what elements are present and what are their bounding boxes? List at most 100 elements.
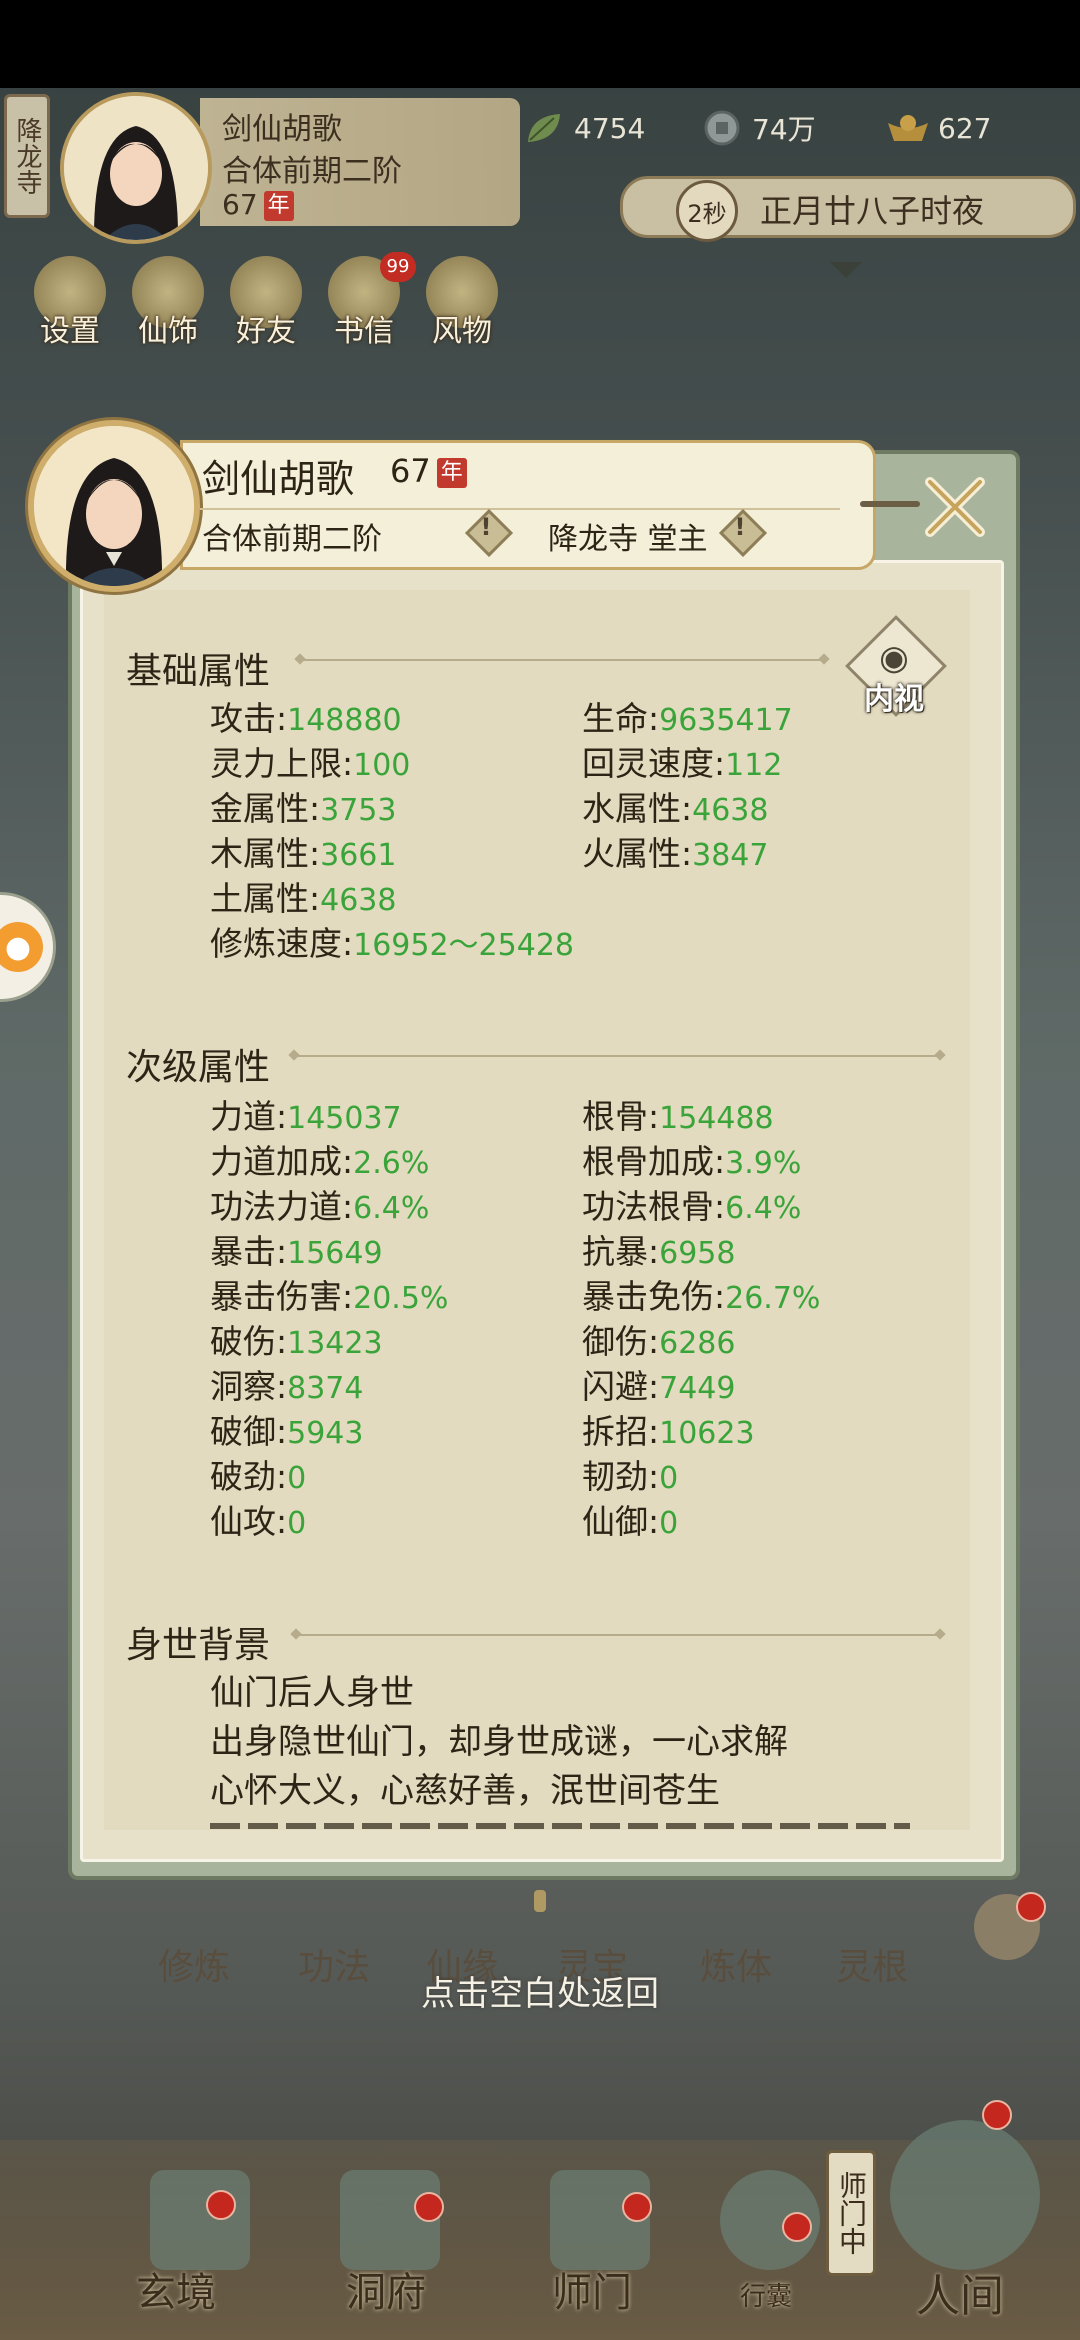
- menu-letters-label: 书信: [334, 314, 394, 349]
- xuanjing-red-dot: [206, 2190, 236, 2220]
- top-menu-row: 设置 仙饰 好友 99 书信 风物: [30, 252, 502, 349]
- stat-constitution-bonus: 根骨加成:3.9%: [582, 1142, 802, 1181]
- resource-coin[interactable]: 74万: [700, 108, 816, 148]
- background-title: 身世背景: [126, 1625, 271, 1666]
- stat-fire: 火属性:3847: [582, 834, 769, 873]
- nav-dongfu[interactable]: 洞府: [346, 2260, 426, 2318]
- nav-shimen[interactable]: 师门: [552, 2260, 632, 2318]
- stat-strength: 力道:145037: [210, 1097, 402, 1136]
- stat-attack: 攻击:148880: [210, 699, 402, 738]
- letters-badge: 99: [380, 252, 416, 282]
- stat-technique-constitution: 功法根骨:6.4%: [582, 1187, 802, 1226]
- stat-crit-resist: 抗暴:6958: [582, 1232, 736, 1271]
- stat-spirit-regen: 回灵速度:112: [582, 744, 783, 783]
- sect-status-tag: 师门中: [826, 2150, 876, 2276]
- stat-crit-damage: 暴击伤害:20.5%: [210, 1277, 449, 1316]
- stat-dodge: 闪避:7449: [582, 1367, 736, 1406]
- menu-settings-label: 设置: [40, 314, 100, 349]
- stat-spirit-cap: 灵力上限:100: [210, 744, 411, 783]
- stat-cultivation-speed: 修炼速度:16952～25428: [210, 924, 574, 963]
- status-bar: [0, 0, 1080, 88]
- gamepad-icon: ●: [0, 922, 43, 972]
- character-age: 67 年: [390, 452, 467, 490]
- basic-attributes-divider: [302, 659, 822, 661]
- stat-pierce: 破伤:13423: [210, 1322, 383, 1361]
- menu-accessories[interactable]: 仙饰: [128, 256, 208, 349]
- world-icon: [890, 2120, 1040, 2270]
- close-icon: [925, 477, 985, 537]
- hud-player-name: 剑仙胡歌: [222, 112, 342, 147]
- resource-coin-value: 74万: [752, 113, 816, 146]
- resource-leaf[interactable]: 4754: [522, 108, 645, 148]
- stat-force-break: 破劲:0: [210, 1457, 307, 1496]
- background-line-1: 仙门后人身世: [210, 1673, 414, 1713]
- sect-info-icon[interactable]: !: [718, 508, 768, 558]
- world-red-dot: [982, 2100, 1012, 2130]
- secondary-attributes-divider: [296, 1055, 938, 1057]
- secondary-attributes-title: 次级属性: [126, 1047, 271, 1088]
- stat-strength-bonus: 力道加成:2.6%: [210, 1142, 430, 1181]
- resource-leaf-value: 4754: [574, 111, 646, 145]
- tap-to-return-hint: 点击空白处返回: [421, 1974, 659, 2014]
- close-button[interactable]: [900, 462, 1010, 552]
- hud-player-realm: 合体前期二阶: [222, 154, 402, 189]
- menu-scenery-label: 风物: [432, 314, 492, 349]
- stat-crit-damage-reduction: 暴击免伤:26.7%: [582, 1277, 821, 1316]
- background-line-clipped: [210, 1815, 910, 1829]
- stat-insight: 洞察:8374: [210, 1367, 364, 1406]
- hud-age-unit: 年: [263, 191, 294, 221]
- background-divider: [298, 1634, 938, 1636]
- hud-avatar[interactable]: [60, 92, 212, 244]
- time-countdown: 2秒: [676, 180, 738, 242]
- menu-scenery[interactable]: 风物: [422, 256, 502, 349]
- coin-icon: [700, 108, 744, 148]
- dongfu-red-dot: [414, 2192, 444, 2222]
- menu-friends-label: 好友: [236, 314, 296, 349]
- background-line-2: 出身隐世仙门，却身世成谜，一心求解: [210, 1722, 788, 1762]
- nav-world[interactable]: 人间: [916, 2260, 1004, 2324]
- shimen-red-dot: [622, 2192, 652, 2222]
- nav-xuanjing[interactable]: 玄境: [136, 2260, 216, 2318]
- realm-info-icon[interactable]: !: [464, 508, 514, 558]
- stat-constitution: 根骨:154488: [582, 1097, 774, 1136]
- stat-immortal-attack: 仙攻:0: [210, 1502, 307, 1541]
- character-name: 剑仙胡歌: [202, 457, 355, 501]
- hud-age-value: 67: [222, 188, 258, 221]
- stat-crit: 暴击:15649: [210, 1232, 383, 1271]
- stat-immortal-defense: 仙御:0: [582, 1502, 679, 1541]
- xuanjing-icon: [150, 2170, 250, 2270]
- location-tag[interactable]: 降龙寺: [4, 94, 50, 218]
- stat-earth: 土属性:4638: [210, 879, 397, 918]
- game-time-text: 正月廿八子时夜: [760, 192, 985, 230]
- leaf-icon: [522, 108, 566, 148]
- stat-parry: 拆招:10623: [582, 1412, 755, 1451]
- inner-view-button[interactable]: ◉ 内视: [845, 615, 947, 717]
- avatar-portrait-icon: [64, 96, 208, 240]
- stat-metal: 金属性:3753: [210, 789, 397, 828]
- stat-water: 水属性:4638: [582, 789, 769, 828]
- stat-armor-break: 破御:5943: [210, 1412, 364, 1451]
- stat-hp: 生命:9635417: [582, 699, 793, 738]
- ingot-icon: [886, 108, 930, 148]
- character-sect: 降龙寺 堂主: [548, 522, 708, 557]
- nav-bag[interactable]: 行囊: [740, 2276, 792, 2313]
- stat-wood: 木属性:3661: [210, 834, 397, 873]
- chevron-down-icon[interactable]: [830, 262, 862, 278]
- character-portrait-icon: [34, 426, 194, 586]
- hud-player-age: 67 年: [222, 188, 294, 221]
- character-age-value: 67: [390, 452, 431, 490]
- menu-settings[interactable]: 设置: [30, 256, 110, 349]
- menu-accessories-label: 仙饰: [138, 314, 198, 349]
- stat-technique-strength: 功法力道:6.4%: [210, 1187, 430, 1226]
- basic-attributes-title: 基础属性: [126, 651, 271, 692]
- bag-red-dot: [782, 2212, 812, 2242]
- shuriken-red-dot: [1016, 1892, 1046, 1922]
- menu-letters[interactable]: 99 书信: [324, 252, 416, 349]
- resource-ingot[interactable]: 627: [886, 108, 991, 148]
- panel-bottom-tassel: [534, 1890, 546, 1912]
- background-line-3: 心怀大义，心慈好善，泯世间苍生: [210, 1771, 720, 1811]
- stat-toughness: 韧劲:0: [582, 1457, 679, 1496]
- menu-friends[interactable]: 好友: [226, 256, 306, 349]
- character-avatar: [28, 420, 200, 592]
- character-realm: 合体前期二阶: [202, 522, 382, 557]
